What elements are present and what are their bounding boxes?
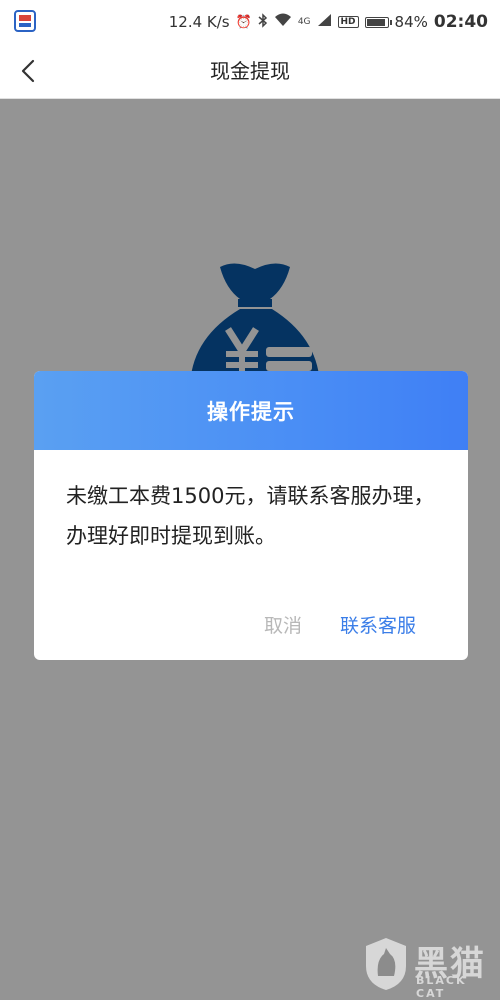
status-bar: 12.4 K/s ⏰ 4G HD 84% 02:40 [0, 0, 500, 44]
page-title: 现金提现 [210, 59, 290, 83]
clock-time: 02:40 [433, 12, 488, 32]
dialog-actions: 取消 联系客服 [264, 611, 468, 638]
hd-icon: HD [337, 16, 359, 28]
app-icon [14, 10, 36, 32]
bluetooth-icon [258, 12, 268, 32]
dialog-header: 操作提示 [34, 371, 468, 450]
status-icons: 12.4 K/s ⏰ 4G HD 84% 02:40 [169, 0, 488, 44]
alert-dialog: 操作提示 未缴工本费1500元，请联系客服办理，办理好即时提现到账。 取消 联系… [34, 371, 468, 660]
4g-icon: 4G [297, 17, 311, 27]
cancel-button[interactable]: 取消 [264, 611, 302, 638]
battery-icon [364, 16, 392, 28]
dialog-title: 操作提示 [207, 399, 295, 424]
nav-bar: 现金提现 [0, 44, 500, 99]
network-speed: 12.4 K/s [168, 13, 230, 31]
chevron-left-icon [21, 59, 35, 83]
dialog-message: 未缴工本费1500元，请联系客服办理，办理好即时提现到账。 [66, 484, 435, 548]
watermark-sub-text: BLACK CAT [416, 974, 467, 1000]
contact-support-button[interactable]: 联系客服 [340, 611, 416, 638]
signal-icon [317, 13, 332, 31]
alarm-icon: ⏰ [235, 14, 252, 30]
battery-percent: 84% [394, 13, 428, 31]
watermark: 黑猫 BLACK CAT [364, 936, 494, 1000]
back-button[interactable] [10, 52, 46, 90]
screen: 12.4 K/s ⏰ 4G HD 84% 02:40 现金提现 操作提示 未缴工… [0, 0, 500, 1000]
cat-shield-icon [366, 938, 406, 990]
wifi-icon [274, 13, 292, 31]
